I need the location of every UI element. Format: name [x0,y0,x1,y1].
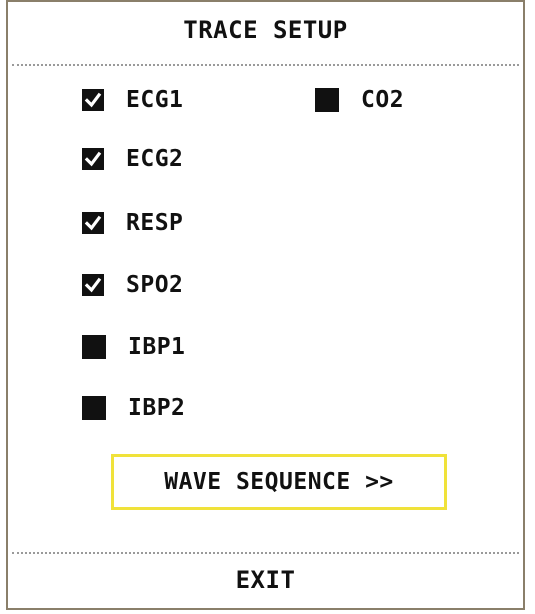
checkbox-unchecked-icon [315,88,339,112]
option-ecg2-label: ECG2 [126,146,184,172]
checkbox-unchecked-icon [82,396,106,420]
checkbox-checked-icon [82,274,104,296]
option-ibp2[interactable]: IBP2 [82,391,185,425]
checkbox-checked-icon [82,148,104,170]
option-co2[interactable]: CO2 [315,83,404,117]
option-ecg1-label: ECG1 [126,87,184,113]
option-ecg2[interactable]: ECG2 [82,142,183,176]
option-spo2[interactable]: SPO2 [82,268,183,302]
checkbox-checked-icon [82,212,104,234]
option-resp-label: RESP [126,210,184,236]
option-ibp1[interactable]: IBP1 [82,330,185,364]
option-resp[interactable]: RESP [82,206,183,240]
checkbox-unchecked-icon [82,335,106,359]
top-divider [12,64,519,66]
trace-setup-dialog: TRACE SETUP ECG1 CO2 ECG2 RESP SPO2 IBP1… [6,0,525,610]
option-co2-label: CO2 [361,87,405,113]
option-ibp2-label: IBP2 [128,395,186,421]
checkbox-checked-icon [82,89,104,111]
wave-sequence-button[interactable]: WAVE SEQUENCE >> [111,454,447,510]
bottom-divider [12,552,519,554]
option-ibp1-label: IBP1 [128,334,186,360]
exit-button[interactable]: EXIT [8,566,523,594]
option-ecg1[interactable]: ECG1 [82,83,183,117]
dialog-title: TRACE SETUP [183,16,348,44]
option-spo2-label: SPO2 [126,272,184,298]
